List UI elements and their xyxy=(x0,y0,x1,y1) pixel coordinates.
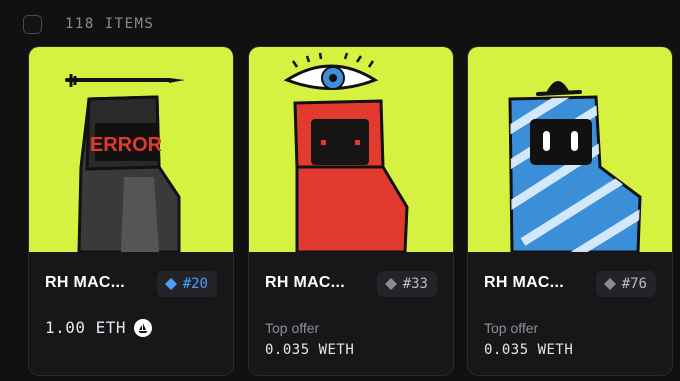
item-count: 118 ITEMS xyxy=(65,16,155,32)
token-number: #33 xyxy=(402,276,428,292)
token-badge: #33 xyxy=(376,271,437,297)
token-badge: #76 xyxy=(595,271,656,297)
token-number: #20 xyxy=(182,276,208,292)
price-label: Top offer xyxy=(265,320,320,336)
token-badge: #20 xyxy=(156,271,217,297)
nft-card[interactable]: RH MAC... #76 Top offer 0.035 WETH xyxy=(467,46,673,376)
nft-name: RH MAC... xyxy=(265,274,346,291)
svg-text:ERROR: ERROR xyxy=(90,134,163,156)
token-number: #76 xyxy=(621,276,647,292)
select-all-checkbox[interactable] xyxy=(23,15,42,34)
diamond-icon xyxy=(164,278,177,290)
diamond-icon xyxy=(603,278,616,290)
price-value: 0.035 WETH xyxy=(484,342,574,358)
nft-image[interactable] xyxy=(249,47,453,252)
nft-image[interactable] xyxy=(468,47,672,252)
price-label: Top offer xyxy=(484,320,539,336)
price-value: 0.035 WETH xyxy=(265,342,355,358)
nft-name: RH MAC... xyxy=(45,274,126,291)
nft-card[interactable]: RH MAC... #33 Top offer 0.035 WETH xyxy=(248,46,454,376)
price: 1.00 ETH xyxy=(45,318,153,337)
price-value: 1.00 ETH xyxy=(45,318,127,337)
nft-image[interactable]: ERROR xyxy=(29,47,233,252)
nft-card[interactable]: ERROR RH MAC... #20 1.00 ETH xyxy=(28,46,234,376)
diamond-icon xyxy=(384,278,397,290)
toolbar: 118 ITEMS xyxy=(0,0,680,46)
opensea-icon xyxy=(134,318,153,337)
nft-name: RH MAC... xyxy=(484,274,565,291)
